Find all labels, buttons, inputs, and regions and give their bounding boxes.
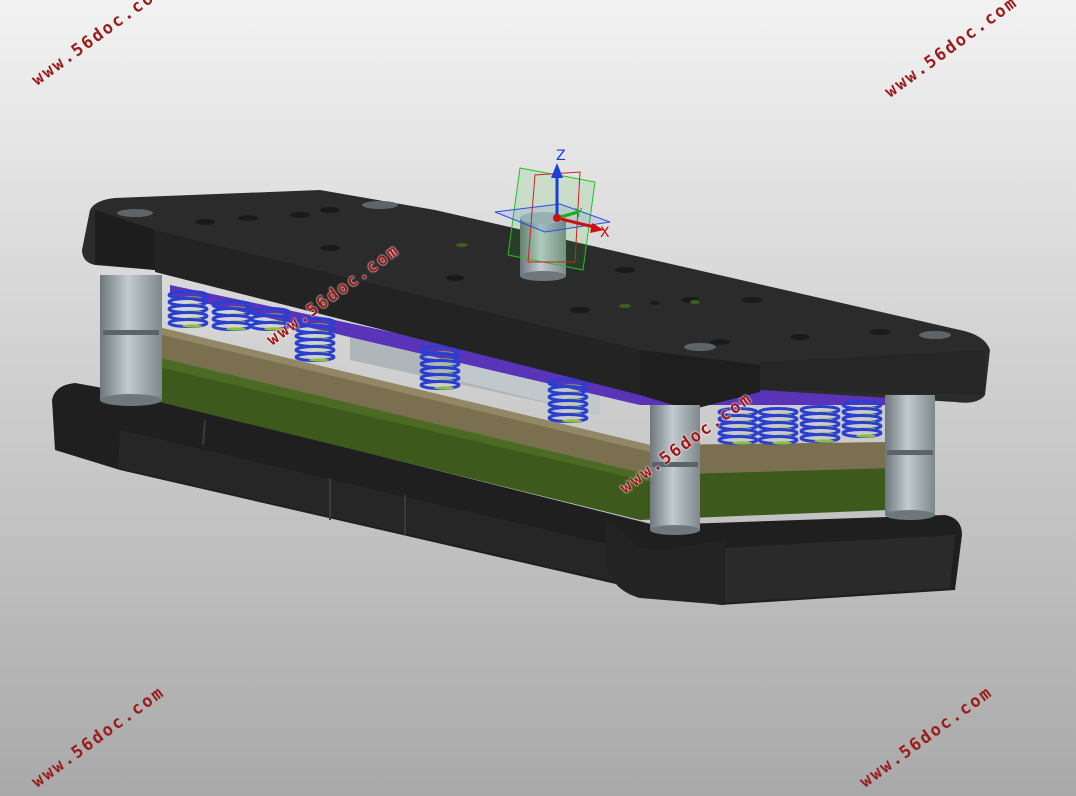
pillar-front-left: [100, 275, 162, 406]
model-scene[interactable]: Z X Y: [0, 0, 1076, 796]
pillar-back-right: [885, 395, 935, 520]
cad-viewport[interactable]: Z X Y www.56doc.com www.56doc.com www.56…: [0, 0, 1076, 796]
axis-z-label: Z: [556, 148, 566, 164]
axis-y-label: Y: [574, 206, 583, 220]
axis-x-label: X: [600, 225, 610, 241]
